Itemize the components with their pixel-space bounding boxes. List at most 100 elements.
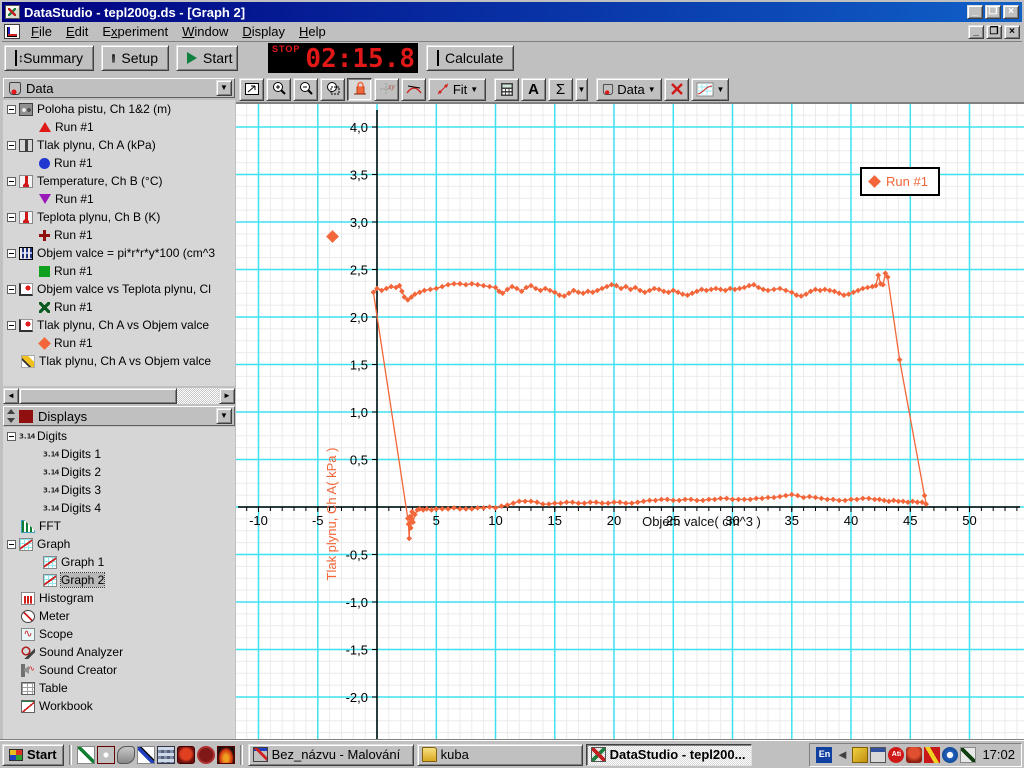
delete-button[interactable] [664,77,689,101]
display-item-table[interactable]: Table [3,679,235,697]
data-tree-item[interactable]: Tlak plynu, Ch A (kPa) [3,136,235,154]
data-tree-item[interactable]: Temperature, Ch B (°C) [3,172,235,190]
bird-icon[interactable] [116,745,135,764]
run-item[interactable]: Run #1 [3,154,235,172]
statistics-button[interactable]: Σ [548,77,573,101]
menu-file[interactable]: File [24,22,59,41]
slope-tool-button[interactable] [401,77,426,101]
run-item[interactable]: Run #1 [3,334,235,352]
zoom-out-button[interactable] [293,77,318,101]
scroll-right-button[interactable]: ► [219,388,235,404]
data-tree-item[interactable]: Objem valce vs Teplota plynu, Cl [3,280,235,298]
opera-icon[interactable] [196,745,215,764]
data-tree-item[interactable]: Objem valce = pi*r*r*y*100 (cm^3 [3,244,235,262]
menu-display[interactable]: Display [235,22,292,41]
zoom-in-button[interactable] [266,77,291,101]
notes-icon[interactable] [76,745,95,764]
y-axis-title[interactable]: Tlak plynu, Ch A( kPa ) [322,254,340,581]
child-restore-button[interactable]: ❐ [986,24,1002,39]
collapse-icon[interactable] [7,140,16,150]
smart-tool-button[interactable] [347,77,372,101]
statistics-caret-button[interactable]: ▼ [575,77,588,101]
start-menu-button[interactable]: Start [2,743,64,766]
agent-icon[interactable] [906,746,923,763]
data-panel-header[interactable]: Data ▼ [3,78,235,98]
data-tree-item[interactable]: Tlak plynu, Ch A vs Objem valce [3,352,235,370]
data-tree-item[interactable]: Poloha pistu, Ch 1&2 (m) [3,100,235,118]
scheduler-icon[interactable] [852,746,869,763]
run-item[interactable]: Run #1 [3,226,235,244]
display-item-digits-1[interactable]: 3.14 Digits 1 [3,445,235,463]
display-item-meter[interactable]: Meter [3,607,235,625]
disk-icon[interactable] [870,746,887,763]
data-dropdown-button[interactable]: Data ▼ [596,77,662,101]
collapse-icon[interactable] [7,104,16,114]
sync-icon[interactable] [942,746,959,763]
run-item[interactable]: Run #1 [3,118,235,136]
displays-panel-header[interactable]: Displays ▼ [3,406,235,426]
display-item-graph[interactable]: Graph [3,535,235,553]
ati-icon[interactable]: Ati [888,746,905,763]
data-tree-hscrollbar[interactable]: ◄ ► [3,388,235,404]
pen-tray-icon[interactable] [960,746,977,763]
power-icon[interactable] [924,746,941,763]
minimize-button[interactable]: _ [967,5,983,19]
display-item-digits-4[interactable]: 3.14 Digits 4 [3,499,235,517]
summary-button[interactable]: Summary [4,45,94,71]
collapse-icon[interactable] [7,176,16,186]
graph-window-icon[interactable] [4,24,20,39]
display-item-sound-creator[interactable]: Sound Creator [3,661,235,679]
data-dropdown-arrow[interactable]: ▼ [216,80,232,96]
display-item-graph-1[interactable]: Graph 1 [3,553,235,571]
scroll-thumb[interactable] [19,388,177,404]
display-item-digits-2[interactable]: 3.14 Digits 2 [3,463,235,481]
graph-settings-button[interactable]: ▼ [691,77,729,101]
fit-dropdown-button[interactable]: Fit ▼ [428,77,486,101]
collapse-icon[interactable] [7,212,16,222]
close-button[interactable]: × [1003,5,1019,19]
restore-button[interactable]: ❐ [985,5,1001,19]
pen-icon[interactable] [136,745,155,764]
xy-tool-button[interactable]: xy [374,77,399,101]
x-axis-title[interactable]: Objem valce( cm^3 ) [604,514,799,529]
run-item[interactable]: Run #1 [3,262,235,280]
display-item-digits-3[interactable]: 3.14 Digits 3 [3,481,235,499]
run-item[interactable]: Run #1 [3,298,235,316]
scroll-left-button[interactable]: ◄ [3,388,19,404]
text-tool-button[interactable]: A [521,77,546,101]
legend-box[interactable]: Run #1 [860,167,940,196]
acrobat-icon[interactable] [96,745,115,764]
run-item[interactable]: Run #1 [3,190,235,208]
start-button[interactable]: Start [176,45,238,71]
collapse-icon[interactable] [7,320,16,330]
collapse-icon[interactable] [7,284,16,294]
calculate-button[interactable]: Calculate [426,45,514,71]
taskbar-task-ds[interactable]: DataStudio - tepl200... [585,743,752,766]
data-tree-item[interactable]: Tlak plynu, Ch A vs Objem valce [3,316,235,334]
dragon-icon[interactable] [176,745,195,764]
menu-experiment[interactable]: Experiment [95,22,175,41]
data-tree-item[interactable]: Teplota plynu, Ch B (K) [3,208,235,226]
calculator-icon[interactable] [156,745,175,764]
collapse-icon[interactable] [7,248,16,258]
display-item-workbook[interactable]: Workbook [3,697,235,715]
display-item-fft[interactable]: FFT [3,517,235,535]
display-item-graph-2[interactable]: Graph 2 [3,571,235,589]
flame-icon[interactable] [216,745,235,764]
display-item-digits[interactable]: 3.14 Digits [3,427,235,445]
scale-to-fit-button[interactable] [239,77,264,101]
display-item-histogram[interactable]: Histogram [3,589,235,607]
child-close-button[interactable]: × [1004,24,1020,39]
collapse-icon[interactable] [7,539,16,549]
taskbar-task-paint[interactable]: Bez_názvu - Malování [247,743,414,766]
display-item-scope[interactable]: ∿ Scope [3,625,235,643]
volume-icon[interactable]: ◄ [834,747,850,763]
menu-help[interactable]: Help [292,22,333,41]
graph-calculate-button[interactable] [494,77,519,101]
taskbar-task-folder[interactable]: kuba [416,743,583,766]
zoom-select-button[interactable] [320,77,345,101]
datastudio-app-icon[interactable] [5,5,20,19]
displays-dropdown-arrow[interactable]: ▼ [216,408,232,424]
menu-window[interactable]: Window [175,22,235,41]
child-minimize-button[interactable]: _ [968,24,984,39]
